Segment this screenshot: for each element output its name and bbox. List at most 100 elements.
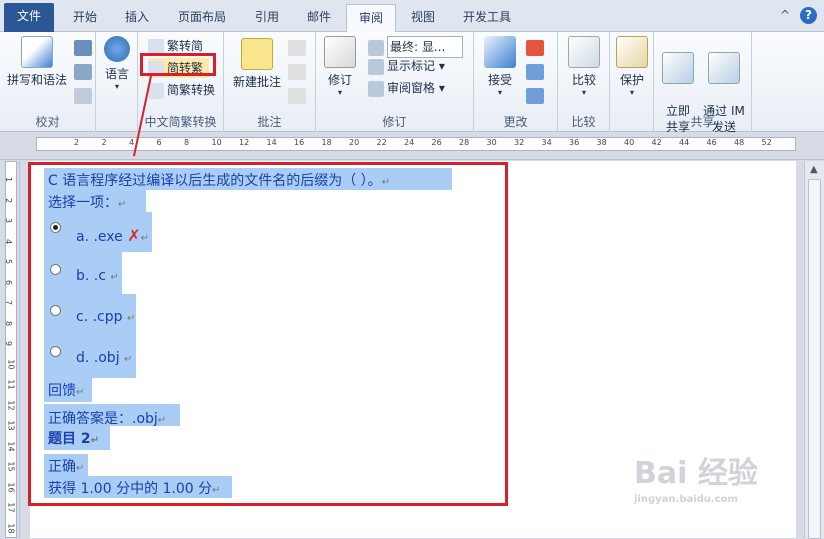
ribbon-review: 拼写和语法 校对 语言 ▾ 繁转简 简转繁 简繁转换 中文简繁转换 新建批注 批… bbox=[0, 32, 824, 134]
next-comment-icon[interactable] bbox=[288, 88, 306, 104]
tab-file[interactable]: 文件 bbox=[4, 3, 54, 32]
group-label-tracking: 修订 bbox=[382, 115, 407, 129]
next-change-icon[interactable] bbox=[526, 88, 544, 104]
chevron-down-icon: ▾ bbox=[581, 88, 586, 97]
ruler-number: 16 bbox=[294, 138, 305, 147]
group-chinese-conversion: 繁转简 简转繁 简繁转换 中文简繁转换 bbox=[138, 32, 224, 132]
highlight-box-to-traditional bbox=[140, 53, 216, 76]
chevron-down-icon: ▾ bbox=[114, 82, 119, 91]
group-protect: 保护 ▾ bbox=[610, 32, 654, 132]
track-changes-label: 修订 bbox=[327, 73, 352, 87]
show-markup-label: 显示标记 bbox=[387, 59, 436, 73]
conversion-label: 简繁转换 bbox=[167, 83, 216, 97]
reject-icon[interactable] bbox=[526, 40, 544, 56]
group-language: 语言 ▾ bbox=[96, 32, 138, 132]
ruler-number: 24 bbox=[404, 138, 415, 147]
ruler-number: 14 bbox=[266, 138, 277, 147]
tab-insert[interactable]: 插入 bbox=[114, 4, 160, 32]
display-mode-value: 最终: 显... bbox=[387, 36, 463, 58]
new-comment-button[interactable]: 新建批注 bbox=[228, 38, 286, 90]
chevron-down-icon: ▾ bbox=[629, 88, 634, 97]
research-icon[interactable] bbox=[74, 40, 92, 56]
ruler-number: 4 bbox=[129, 138, 135, 147]
group-label-compare: 比较 bbox=[571, 115, 596, 129]
vruler-number: 4 bbox=[4, 238, 14, 244]
ruler-number: 28 bbox=[459, 138, 470, 147]
vertical-scrollbar[interactable]: ▲ bbox=[804, 161, 824, 539]
vruler-number: 10 bbox=[6, 358, 16, 370]
tab-view[interactable]: 视图 bbox=[400, 4, 446, 32]
review-pane-label: 审阅窗格 bbox=[387, 81, 436, 95]
ruler-number: 2 bbox=[74, 138, 80, 147]
tab-home[interactable]: 开始 bbox=[60, 4, 110, 32]
ruler-number: 48 bbox=[734, 138, 745, 147]
watermark-url: jingyan.baidu.com bbox=[634, 494, 738, 505]
ruler-number: 38 bbox=[596, 138, 607, 147]
vruler-number: 5 bbox=[4, 258, 14, 265]
group-tracking: 修订 ▾ 最终: 显... 显示标记 ▾ 审阅窗格 ▾ 修订 bbox=[316, 32, 474, 132]
vruler-number: 11 bbox=[6, 379, 16, 390]
ruler-number: 30 bbox=[486, 138, 497, 147]
vruler-number: 7 bbox=[4, 299, 14, 306]
spelling-grammar-button[interactable]: 拼写和语法 bbox=[4, 36, 70, 88]
ruler-number: 2 bbox=[101, 138, 107, 147]
vruler-number: 2 bbox=[4, 197, 14, 203]
group-share: 立即 共享 通过 IM 发送 共享 bbox=[654, 32, 752, 134]
ruler-number: 52 bbox=[761, 138, 772, 147]
scroll-up-icon[interactable]: ▲ bbox=[810, 164, 818, 175]
group-compare: 比较 ▾ 比较 bbox=[558, 32, 610, 132]
tab-mailings[interactable]: 邮件 bbox=[296, 4, 342, 32]
previous-change-icon[interactable] bbox=[526, 64, 544, 80]
language-label: 语言 bbox=[104, 67, 129, 81]
accept-button[interactable]: 接受 ▾ bbox=[478, 36, 522, 97]
ruler-number: 32 bbox=[514, 138, 525, 147]
tab-references[interactable]: 引用 bbox=[244, 4, 290, 32]
vruler-number: 8 bbox=[4, 320, 14, 326]
group-label-chinese-conversion: 中文简繁转换 bbox=[144, 115, 217, 129]
group-label-comments: 批注 bbox=[257, 115, 282, 129]
ruler-number: 42 bbox=[651, 138, 662, 147]
watermark-logo: Bai 经验 bbox=[634, 456, 758, 491]
vertical-ruler[interactable]: 1 2 3 4 5 6 7 8 9 10 11 12 13 14 15 16 17 18 bbox=[0, 161, 20, 538]
language-button[interactable]: 语言 ▾ bbox=[100, 36, 134, 91]
review-pane-button[interactable]: 审阅窗格 ▾ bbox=[368, 78, 445, 98]
conversion-icon bbox=[148, 82, 164, 99]
compare-button[interactable]: 比较 ▾ bbox=[564, 36, 604, 97]
word-count-icon[interactable] bbox=[74, 88, 92, 104]
scrollbar-thumb[interactable] bbox=[808, 179, 821, 539]
track-changes-button[interactable]: 修订 ▾ bbox=[322, 36, 358, 97]
language-icon bbox=[104, 36, 130, 62]
display-mode-select[interactable]: 最终: 显... bbox=[368, 36, 468, 58]
ruler-number: 44 bbox=[679, 138, 690, 147]
previous-comment-icon[interactable] bbox=[288, 64, 306, 80]
collapse-ribbon-icon[interactable]: ^ bbox=[780, 8, 790, 22]
horizontal-ruler[interactable]: 2 2 4 6 8 10 12 14 16 18 20 22 24 26 28 30 32 34 36 38 40 42 4… bbox=[0, 132, 824, 160]
protect-button[interactable]: 保护 ▾ bbox=[614, 36, 650, 97]
send-im-icon bbox=[708, 52, 740, 84]
highlight-box-document bbox=[28, 162, 508, 506]
baidu-watermark: Bai 经验 jingyan.baidu.com bbox=[634, 448, 804, 528]
thesaurus-icon[interactable] bbox=[74, 64, 92, 80]
ruler-number: 26 bbox=[431, 138, 442, 147]
tab-developer[interactable]: 开发工具 bbox=[452, 4, 522, 32]
share-now-icon bbox=[662, 52, 694, 84]
accept-icon bbox=[484, 36, 516, 68]
vruler-number: 9 bbox=[4, 340, 14, 347]
ruler-number: 12 bbox=[239, 138, 250, 147]
compare-label: 比较 bbox=[571, 73, 596, 87]
tab-review[interactable]: 审阅 bbox=[346, 4, 396, 33]
review-pane-icon bbox=[368, 80, 384, 97]
delete-comment-icon[interactable] bbox=[288, 40, 306, 56]
new-comment-label: 新建批注 bbox=[232, 75, 281, 89]
group-proofing: 拼写和语法 校对 bbox=[0, 32, 96, 132]
vruler-number: 1 bbox=[4, 176, 14, 183]
ruler-number: 46 bbox=[706, 138, 717, 147]
tab-page-layout[interactable]: 页面布局 bbox=[166, 4, 238, 32]
show-markup-button[interactable]: 显示标记 ▾ bbox=[368, 56, 445, 76]
spelling-grammar-label: 拼写和语法 bbox=[6, 73, 67, 87]
conversion-button[interactable]: 简繁转换 bbox=[148, 80, 215, 100]
vruler-number: 18 bbox=[6, 522, 16, 534]
help-icon[interactable]: ? bbox=[800, 7, 817, 24]
group-label-changes: 更改 bbox=[503, 115, 528, 129]
vruler-number: 6 bbox=[4, 279, 14, 285]
